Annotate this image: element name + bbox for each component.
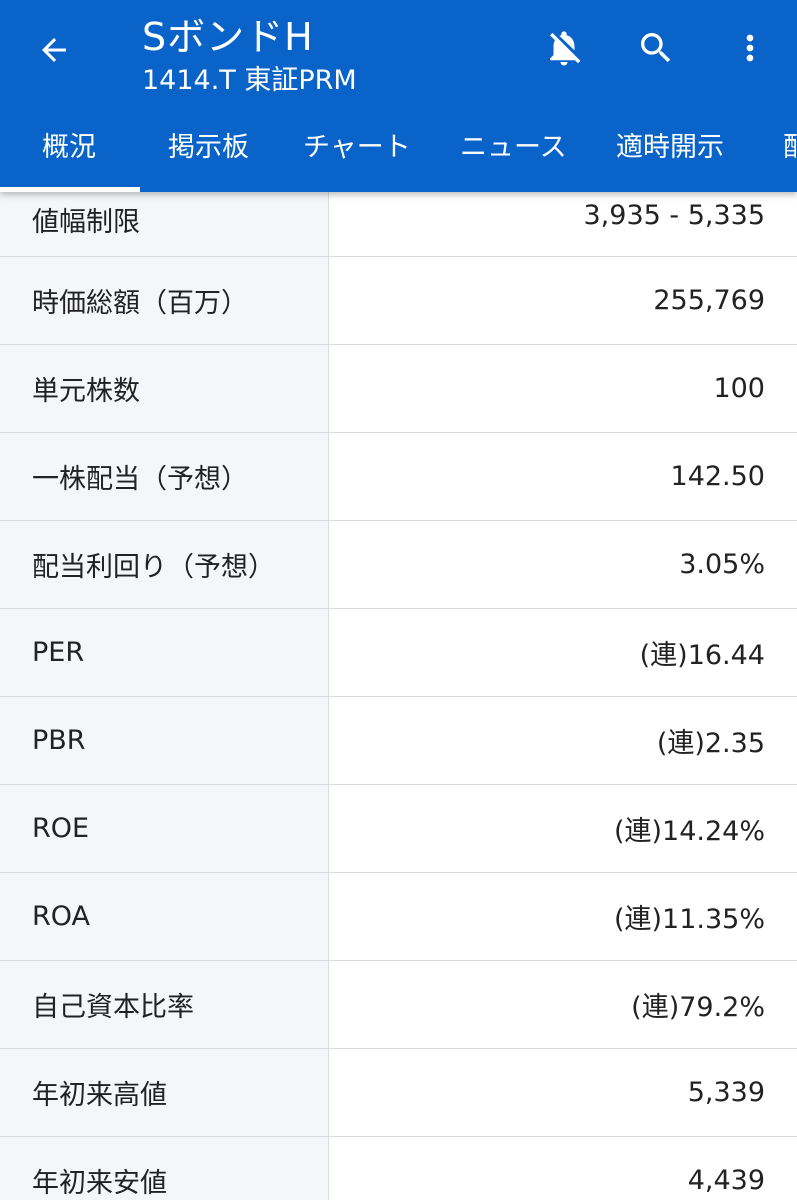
row-label-ytd-low: 年初来安値	[0, 1137, 329, 1200]
row-label-dividend-yield: 配当利回り（予想）	[0, 521, 329, 608]
active-tab-indicator	[0, 187, 140, 192]
row-label-equity-ratio: 自己資本比率	[0, 961, 329, 1048]
notification-button[interactable]	[536, 20, 592, 76]
table-row: 時価総額（百万） 255,769	[0, 257, 797, 345]
table-row: ROE (連)14.24%	[0, 785, 797, 873]
stock-name: SボンドH	[142, 15, 314, 59]
stock-summary-table: 値幅制限 3,935 - 5,335 時価総額（百万） 255,769 単元株数…	[0, 170, 797, 1200]
row-label-market-cap: 時価総額（百万）	[0, 257, 329, 344]
table-row: 単元株数 100	[0, 345, 797, 433]
tab-chart[interactable]: チャート	[303, 110, 411, 192]
row-value-pbr: (連)2.35	[656, 728, 765, 759]
table-row: PBR (連)2.35	[0, 697, 797, 785]
tab-news[interactable]: ニュース	[460, 110, 567, 192]
row-value-ytd-low: 4,439	[687, 1165, 765, 1196]
row-value-equity-ratio: (連)79.2%	[631, 992, 765, 1023]
row-value-dividend-per-share: 142.50	[670, 461, 765, 492]
table-row: ROA (連)11.35%	[0, 873, 797, 961]
table-row: 自己資本比率 (連)79.2%	[0, 961, 797, 1049]
tab-partial[interactable]: 配	[783, 110, 797, 192]
row-value-roa: (連)11.35%	[613, 904, 765, 935]
row-label-roe: ROE	[0, 785, 329, 872]
row-label-unit-shares: 単元株数	[0, 345, 329, 432]
tab-message-board[interactable]: 掲示板	[168, 110, 249, 192]
row-value-dividend-yield: 3.05%	[679, 549, 765, 580]
tab-overview[interactable]: 概況	[42, 110, 96, 192]
row-label-roa: ROA	[0, 873, 329, 960]
table-row: PER (連)16.44	[0, 609, 797, 697]
bell-off-icon	[550, 31, 581, 66]
stock-code-market: 1414.T 東証PRM	[142, 65, 357, 96]
table-row: 年初来安値 4,439	[0, 1137, 797, 1200]
row-value-per: (連)16.44	[639, 640, 765, 671]
app-bar: SボンドH 1414.T 東証PRM 概況 掲示板 チャート ニュース 適時開示…	[0, 0, 797, 192]
back-button[interactable]	[26, 22, 82, 78]
table-row: 配当利回り（予想） 3.05%	[0, 521, 797, 609]
row-label-dividend-per-share: 一株配当（予想）	[0, 433, 329, 520]
search-icon	[641, 33, 671, 63]
row-value-ytd-high: 5,339	[687, 1077, 765, 1108]
search-button[interactable]	[628, 20, 684, 76]
tab-disclosure[interactable]: 適時開示	[616, 110, 724, 192]
tab-bar: 概況 掲示板 チャート ニュース 適時開示 配	[0, 110, 797, 192]
more-vert-icon	[746, 34, 754, 62]
row-label-ytd-high: 年初来高値	[0, 1049, 329, 1136]
row-value-unit-shares: 100	[713, 373, 765, 404]
row-label-pbr: PBR	[0, 697, 329, 784]
table-row: 一株配当（予想） 142.50	[0, 433, 797, 521]
arrow-back-icon	[42, 38, 66, 62]
row-label-per: PER	[0, 609, 329, 696]
stock-detail-screen: 値幅制限 3,935 - 5,335 時価総額（百万） 255,769 単元株数…	[0, 0, 797, 1200]
row-value-roe: (連)14.24%	[613, 816, 765, 847]
table-row: 年初来高値 5,339	[0, 1049, 797, 1137]
row-value-market-cap: 255,769	[653, 285, 765, 316]
more-options-button[interactable]	[722, 20, 778, 76]
